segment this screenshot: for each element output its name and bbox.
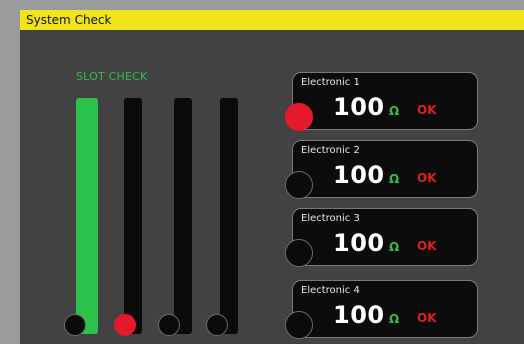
slot-knob-2[interactable] [114, 314, 136, 336]
electronic-card-3[interactable]: Electronic 3 100 Ω OK [285, 208, 478, 267]
electronic-value: 100 [333, 301, 385, 329]
electronic-title: Electronic 1 [301, 77, 360, 88]
ohm-unit: Ω [389, 240, 400, 254]
electronic-title: Electronic 3 [301, 213, 360, 224]
window-title: System Check [20, 10, 524, 30]
status-ok: OK [417, 239, 437, 253]
slot-bar-1[interactable] [76, 98, 98, 334]
system-check-window: System Check SLOT CHECK Electronic 1 100… [20, 10, 524, 344]
ohm-unit: Ω [389, 172, 400, 186]
slot-knob-3[interactable] [158, 314, 180, 336]
status-ok: OK [417, 311, 437, 325]
status-ok: OK [417, 103, 437, 117]
electronic-indicator-red [285, 103, 313, 131]
electronic-indicator [285, 239, 313, 267]
electronic-indicator [285, 171, 313, 199]
ohm-unit: Ω [389, 104, 400, 118]
status-ok: OK [417, 171, 437, 185]
slot-knob-4[interactable] [206, 314, 228, 336]
electronic-title: Electronic 4 [301, 285, 360, 296]
electronic-indicator [285, 311, 313, 339]
electronic-value: 100 [333, 229, 385, 257]
electronic-title: Electronic 2 [301, 145, 360, 156]
slot-check-title: SLOT CHECK [76, 70, 148, 83]
slot-knob-1[interactable] [64, 314, 86, 336]
electronic-value: 100 [333, 93, 385, 121]
ohm-unit: Ω [389, 312, 400, 326]
slot-bar-4[interactable] [220, 98, 238, 334]
slot-bar-2[interactable] [124, 98, 142, 334]
electronic-value: 100 [333, 161, 385, 189]
electronic-card-4[interactable]: Electronic 4 100 Ω OK [285, 280, 478, 339]
slot-bar-3[interactable] [174, 98, 192, 334]
electronic-card-2[interactable]: Electronic 2 100 Ω OK [285, 140, 478, 199]
electronic-card-1[interactable]: Electronic 1 100 Ω OK [285, 72, 478, 131]
